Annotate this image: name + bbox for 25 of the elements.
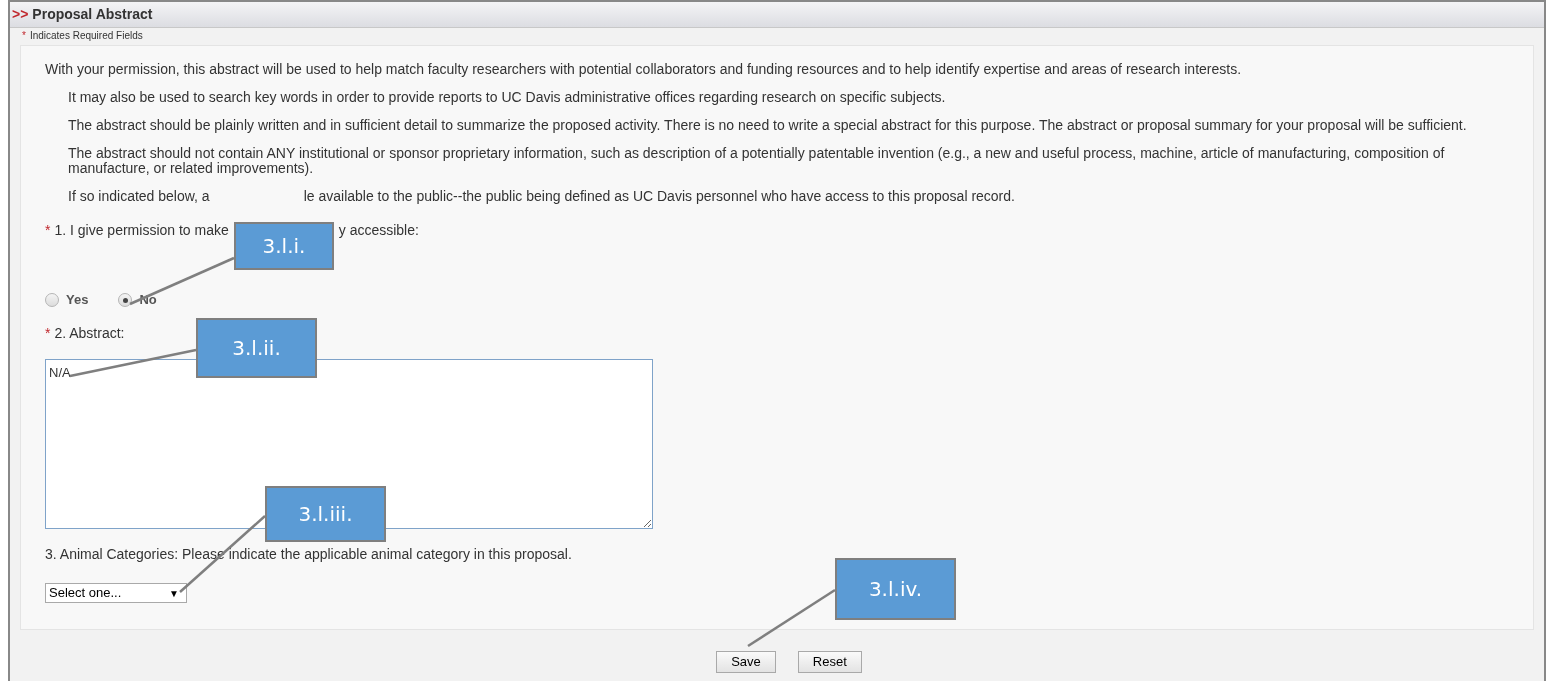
form-button[interactable]: Save (716, 651, 776, 673)
section-title: Proposal Abstract (32, 5, 153, 24)
radio-option[interactable]: Yes (45, 290, 89, 310)
info-text: le available to the public--the public being defined as UC Davis personnel who have access to this proposal record. (303, 189, 1015, 204)
form-button[interactable]: Reset (797, 651, 862, 673)
question-label: y accessible: (338, 221, 419, 240)
question-label: 1. I give permission to make (54, 221, 229, 240)
intro-text: With your permission, this abstract will be used to help match faculty researchers with potential collaborators and funding resources and to help identify expertise and areas of research interests. (45, 62, 1243, 77)
question-label: 3. Animal Categories: Please indicate the applicable animal category in this proposal. (45, 547, 573, 562)
required-asterisk: * (22, 28, 26, 43)
info-paragraph: The abstract should be plainly written and in sufficient detail to summarize the proposed activity. There is no need to write a special abstract for this purpose. The abstract or proposal summary for your proposal will be sufficient. (68, 118, 1467, 133)
header-marker: >> (12, 5, 29, 24)
caret-icon: ▼ (169, 585, 179, 601)
callout-label: 3.l.iii. (265, 486, 386, 542)
info-paragraph: The abstract should not contain ANY institutional or sponsor proprietary information, such as description of a potentially patentable invention (e.g., a new and useful process, machine, article of manufacturing, composition of manufacture, or related improvements). (68, 146, 1446, 176)
callout-label: 3.l.i. (234, 222, 334, 270)
required-note: Indicates Required Fields (29, 28, 143, 43)
required-asterisk: * (45, 324, 51, 343)
required-asterisk: * (45, 221, 51, 240)
callout-label: 3.l.ii. (196, 318, 317, 378)
question-label: 2. Abstract: (54, 324, 125, 343)
info-paragraph: It may also be used to search key words in order to provide reports to UC Davis administrative offices regarding research on specific subjects. (68, 90, 946, 105)
callout-label: 3.l.iv. (835, 558, 956, 620)
info-text: If so indicated below, a (68, 189, 210, 204)
category-select[interactable]: Select one... ▼ (45, 583, 187, 603)
